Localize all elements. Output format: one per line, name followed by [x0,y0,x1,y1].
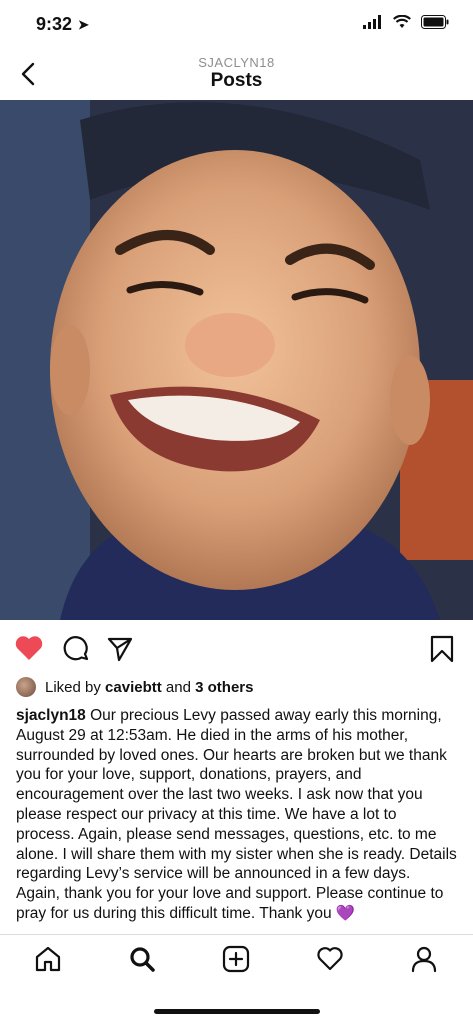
location-arrow-icon: ➤ [78,17,89,32]
share-icon [107,637,133,662]
nav-profile[interactable] [410,945,438,978]
header-username: SJACLYN18 [198,55,275,70]
heart-filled-icon [15,636,43,660]
liked-by-and: and [165,678,191,696]
liked-by-user[interactable]: caviebtt [105,679,162,696]
comment-button[interactable] [62,634,90,667]
search-icon [130,947,155,972]
nav-search[interactable] [128,945,156,978]
liked-by-prefix: Liked by [45,678,101,696]
avatar [16,677,36,697]
nav-home[interactable] [34,945,62,978]
profile-icon [411,946,437,973]
battery-icon [421,15,449,29]
status-time: 9:32 ➤ [36,14,89,35]
activity-heart-icon [317,947,343,971]
bookmark-icon [430,635,454,663]
post-photo[interactable] [0,100,473,620]
wifi-icon [393,15,411,28]
bookmark-button[interactable] [429,634,455,669]
bottom-nav [0,934,473,987]
time-text: 9:32 [36,14,73,34]
post-photo-illustration [0,100,473,620]
status-bar: 9:32 ➤ [0,0,473,48]
post-caption: sjaclyn18 Our precious Levy passed away … [16,706,457,924]
nav-activity[interactable] [316,945,344,978]
nav-add[interactable] [222,945,250,978]
purple-heart-emoji: 💜 [335,904,356,922]
comment-icon [63,636,89,661]
signal-icon [363,15,381,29]
post-actions [0,630,473,670]
add-icon [222,945,250,973]
status-icons [363,15,449,29]
liked-by-others[interactable]: 3 others [195,679,253,696]
liked-by-row[interactable]: Liked by caviebtt and 3 others [16,677,253,697]
posts-header: SJACLYN18 Posts [0,48,473,101]
share-button[interactable] [106,634,134,667]
home-indicator [154,1009,320,1014]
like-button[interactable] [14,634,44,667]
caption-username[interactable]: sjaclyn18 [16,707,86,724]
caption-text: Our precious Levy passed away early this… [16,707,457,922]
page-title: Posts [210,70,263,91]
home-icon [35,946,61,972]
